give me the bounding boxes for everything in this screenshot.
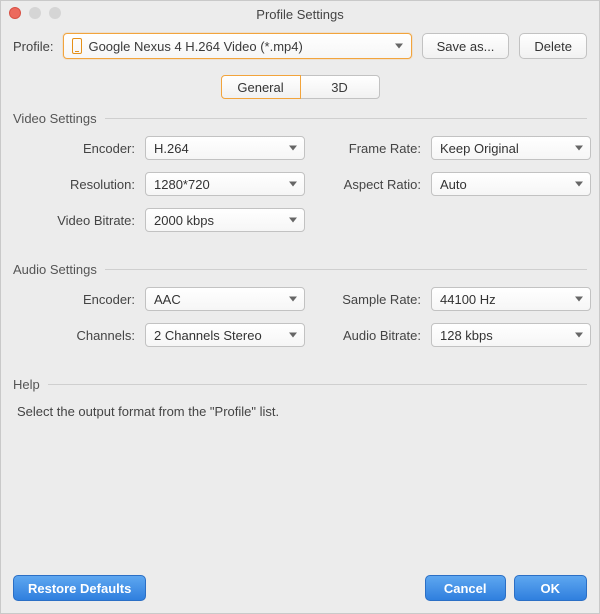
close-icon[interactable]	[9, 7, 21, 19]
sample-rate-label: Sample Rate:	[313, 292, 423, 307]
cancel-button[interactable]: Cancel	[425, 575, 506, 601]
divider	[48, 384, 587, 385]
chevron-down-icon	[289, 146, 297, 151]
tab-general[interactable]: General	[221, 75, 301, 99]
profile-settings-window: Profile Settings Profile: Google Nexus 4…	[0, 0, 600, 614]
save-as-button[interactable]: Save as...	[422, 33, 510, 59]
divider	[105, 269, 587, 270]
aspect-ratio-select[interactable]: Auto	[431, 172, 591, 196]
profile-toolbar: Profile: Google Nexus 4 H.264 Video (*.m…	[1, 27, 599, 69]
channels-label: Channels:	[17, 328, 137, 343]
aspect-ratio-label: Aspect Ratio:	[313, 177, 423, 192]
video-bitrate-select[interactable]: 2000 kbps	[145, 208, 305, 232]
traffic-lights	[9, 7, 61, 19]
tabs: General 3D	[1, 75, 599, 99]
delete-button[interactable]: Delete	[519, 33, 587, 59]
profile-label: Profile:	[13, 39, 53, 54]
channels-select[interactable]: 2 Channels Stereo	[145, 323, 305, 347]
audio-bitrate-select[interactable]: 128 kbps	[431, 323, 591, 347]
phone-icon	[72, 38, 82, 54]
help-group: Help Select the output format from the "…	[13, 377, 587, 419]
encoder-label: Encoder:	[17, 141, 137, 156]
help-text: Select the output format from the "Profi…	[17, 404, 583, 419]
titlebar: Profile Settings	[1, 1, 599, 27]
video-encoder-select[interactable]: H.264	[145, 136, 305, 160]
divider	[105, 118, 587, 119]
chevron-down-icon	[289, 297, 297, 302]
sample-rate-select[interactable]: 44100 Hz	[431, 287, 591, 311]
help-title: Help	[13, 377, 40, 392]
profile-value: Google Nexus 4 H.264 Video (*.mp4)	[88, 39, 302, 54]
chevron-down-icon	[575, 146, 583, 151]
profile-select[interactable]: Google Nexus 4 H.264 Video (*.mp4)	[63, 33, 411, 59]
audio-settings-group: Audio Settings Encoder: AAC Sample Rate:…	[13, 262, 587, 347]
video-settings-title: Video Settings	[13, 111, 97, 126]
chevron-down-icon	[575, 182, 583, 187]
video-bitrate-label: Video Bitrate:	[17, 213, 137, 228]
frame-rate-select[interactable]: Keep Original	[431, 136, 591, 160]
audio-encoder-select[interactable]: AAC	[145, 287, 305, 311]
tab-3d[interactable]: 3D	[300, 75, 380, 99]
chevron-down-icon	[289, 218, 297, 223]
chevron-down-icon	[575, 333, 583, 338]
window-title: Profile Settings	[9, 7, 591, 22]
ok-button[interactable]: OK	[514, 575, 588, 601]
audio-encoder-label: Encoder:	[17, 292, 137, 307]
chevron-down-icon	[395, 44, 403, 49]
resolution-label: Resolution:	[17, 177, 137, 192]
restore-defaults-button[interactable]: Restore Defaults	[13, 575, 146, 601]
chevron-down-icon	[289, 333, 297, 338]
zoom-icon[interactable]	[49, 7, 61, 19]
resolution-select[interactable]: 1280*720	[145, 172, 305, 196]
audio-bitrate-label: Audio Bitrate:	[313, 328, 423, 343]
frame-rate-label: Frame Rate:	[313, 141, 423, 156]
chevron-down-icon	[289, 182, 297, 187]
video-settings-group: Video Settings Encoder: H.264 Frame Rate…	[13, 111, 587, 232]
footer: Restore Defaults Cancel OK	[1, 565, 599, 613]
audio-settings-title: Audio Settings	[13, 262, 97, 277]
chevron-down-icon	[575, 297, 583, 302]
minimize-icon[interactable]	[29, 7, 41, 19]
